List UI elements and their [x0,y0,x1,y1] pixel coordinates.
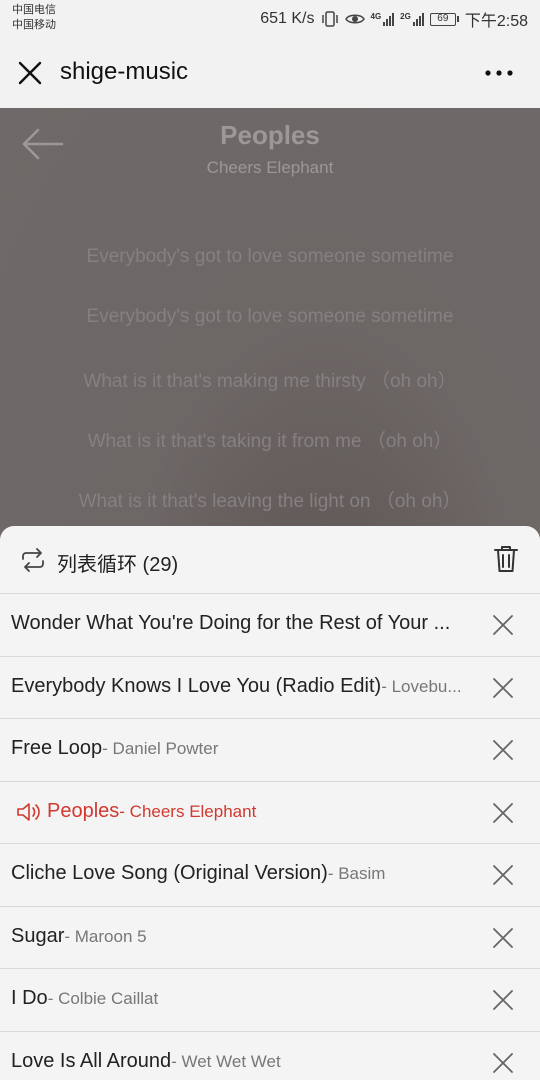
remove-icon[interactable] [492,677,514,699]
playlist-item[interactable]: I Do- Colbie Caillat [0,969,540,1032]
playlist-item-now-playing[interactable]: Peoples- Cheers Elephant [0,782,540,844]
track-artist: - Lovebu... [381,676,462,696]
carrier-2: 中国移动 [12,19,56,31]
track-title: I Do [11,987,48,1009]
playlist-item[interactable]: Sugar- Maroon 5 [0,907,540,969]
battery-icon: 69 [429,12,459,26]
net-speed: 651 K/s [260,10,315,27]
track-artist: - Daniel Powter [102,739,219,758]
trash-icon[interactable] [494,545,518,573]
track-artist: - Cheers Elephant [119,801,257,821]
playlist-item-text: Love Is All Around- Wet Wet Wet [11,1050,476,1073]
vibrate-icon [321,11,338,27]
eye-icon [344,14,365,24]
remove-icon[interactable] [492,927,514,949]
playlist-item-text: Sugar- Maroon 5 [11,925,476,948]
playlist-item-text: I Do- Colbie Caillat [11,987,476,1010]
play-mode-label[interactable]: 列表循环 (29) [57,548,178,577]
app-title: shige-music [60,58,189,85]
now-playing-title: Peoples [220,120,320,150]
playlist-item-text: Free Loop- Daniel Powter [11,737,476,760]
playlist-item-text: Wonder What You're Doing for the Rest of… [11,612,476,635]
remove-icon[interactable] [492,1052,514,1074]
signal-2-icon: 2G [400,12,424,26]
lyric-line: Everybody's got to love someone sometime [86,246,454,267]
app-bar: shige-music [0,38,540,108]
track-title: Sugar [11,924,65,947]
remove-icon[interactable] [492,989,514,1011]
track-title: Peoples [47,799,120,822]
close-icon[interactable] [16,59,44,87]
carrier-info: 中国电信 中国移动 [12,3,56,33]
playlist-sheet: 列表循环 (29) Wonder What You're Doing for t… [0,526,540,1080]
clock: 下午2:58 [464,13,528,30]
lyric-line: What is it that's taking it from me （oh … [87,431,453,452]
playlist-item-text: Peoples- Cheers Elephant [47,800,477,823]
playlist-item[interactable]: Free Loop- Daniel Powter [0,719,540,782]
playlist-item[interactable]: Everybody Knows I Love You (Radio Edit)-… [0,657,540,719]
remove-icon[interactable] [492,802,514,824]
track-title: Wonder What You're Doing for the Rest of… [11,612,451,634]
track-artist: - Maroon 5 [64,926,147,946]
track-title: Cliche Love Song (Original Version) [11,862,328,884]
remove-icon[interactable] [492,864,514,886]
playlist-header: 列表循环 (29) [0,526,540,594]
playlist-item[interactable]: Cliche Love Song (Original Version)- Bas… [0,844,540,907]
battery-level: 69 [429,12,456,26]
status-bar: 中国电信 中国移动 651 K/s 4G 2G 69 下午2:58 [0,0,540,38]
speaker-icon [17,802,40,821]
more-options-icon[interactable] [484,62,514,84]
track-title: Free Loop [11,737,103,759]
status-icons: 651 K/s 4G 2G 69 下午2:58 [260,8,528,30]
carrier-1: 中国电信 [12,4,56,16]
track-title: Love Is All Around [11,1049,172,1072]
lyric-line: Everybody's got to love someone sometime [86,306,454,327]
playlist-item[interactable]: Wonder What You're Doing for the Rest of… [0,594,540,657]
track-artist: - Basim [327,864,386,883]
track-artist: - Wet Wet Wet [171,1051,281,1071]
playlist-item-text: Cliche Love Song (Original Version)- Bas… [11,862,476,885]
remove-icon[interactable] [492,739,514,761]
lyric-line: What is it that's leaving the light on （… [78,491,462,512]
playlist-item[interactable]: Love Is All Around- Wet Wet Wet [0,1032,540,1080]
remove-icon[interactable] [492,614,514,636]
repeat-list-icon[interactable] [20,548,46,572]
signal-1-icon: 4G [371,12,395,26]
track-artist: - Colbie Caillat [47,989,159,1008]
lyric-line: What is it that's making me thirsty （oh … [83,371,457,392]
now-playing-artist: Cheers Elephant [206,158,334,177]
playlist-item-text: Everybody Knows I Love You (Radio Edit)-… [11,675,476,698]
track-title: Everybody Knows I Love You (Radio Edit) [11,674,382,697]
